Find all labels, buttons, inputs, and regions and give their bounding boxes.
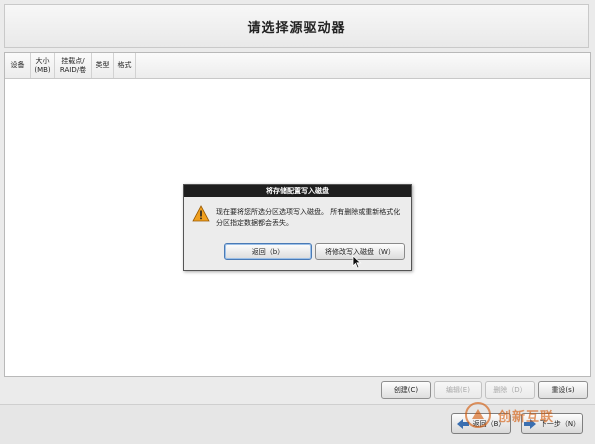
column-header-format[interactable]: 格式 — [114, 53, 136, 78]
warning-icon — [192, 205, 210, 222]
column-header-mount[interactable]: 挂载点/ RAID/卷 — [55, 53, 92, 78]
column-header-type[interactable]: 类型 — [92, 53, 114, 78]
write-changes-dialog: 将存储配置写入磁盘 现在要将您所选分区选项写入磁盘。 所有删除或重新格式化分区指… — [183, 184, 412, 271]
create-button[interactable]: 创建(C) — [381, 381, 431, 399]
table-header: 设备 大小 (MB) 挂载点/ RAID/卷 类型 格式 — [5, 53, 590, 79]
edit-button[interactable]: 编辑(E) — [434, 381, 482, 399]
watermark-text: 创新互联 — [498, 409, 555, 425]
brand-logo-icon — [465, 402, 491, 428]
page-header: 请选择源驱动器 — [4, 4, 589, 48]
back-button[interactable]: 返回（b） — [224, 243, 312, 260]
column-header-device[interactable]: 设备 — [5, 53, 31, 78]
dialog-title: 将存储配置写入磁盘 — [184, 185, 411, 197]
mouse-cursor-icon — [352, 255, 362, 269]
reset-button[interactable]: 重设(s) — [538, 381, 588, 399]
column-header-size[interactable]: 大小 (MB) — [31, 53, 55, 78]
watermark: 创新互联 — [464, 400, 590, 430]
delete-button[interactable]: 删除（D） — [485, 381, 535, 399]
page-title: 请选择源驱动器 — [247, 20, 346, 36]
dialog-message: 现在要将您所选分区选项写入磁盘。 所有删除或重新格式化分区指定数据都会丢失。 — [216, 208, 401, 227]
